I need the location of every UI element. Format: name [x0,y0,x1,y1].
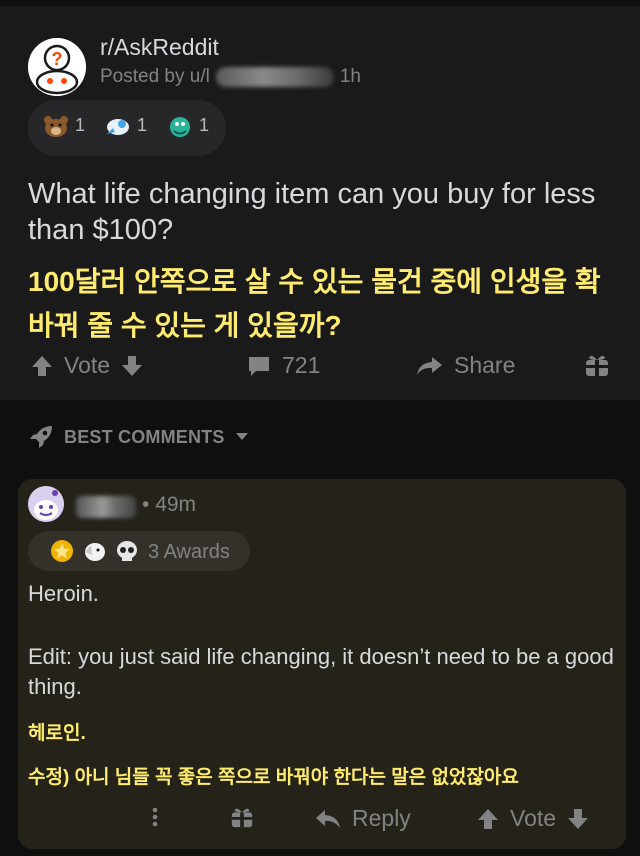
chevron-down-icon [235,433,248,440]
rocket-award-icon [107,119,129,135]
post-card: ? r/AskReddit Posted by u/l 1h 1 1 1 Wha… [0,6,640,400]
skull-award-icon [117,541,137,561]
comment-sort-bar[interactable]: BEST COMMENTS [0,400,640,472]
sort-dropdown[interactable]: BEST COMMENTS [28,424,249,450]
redacted-commenter-name [76,496,136,518]
post-title-translation: 100달러 안쪽으로 살 수 있는 물건 중에 인생을 확 바꿔 줄 수 있는 … [28,266,601,341]
reply-label: Reply [352,805,411,831]
award-dragon: 1 [166,114,209,138]
comment-time-wrap: • 49m [142,493,197,516]
award-rocket: 1 [104,114,147,138]
share-button[interactable]: Share [414,352,515,379]
comment-vote-control: Vote [476,805,590,832]
post-action-bar: Vote 721 Share [0,346,640,390]
posted-by-prefix[interactable]: Posted by u/l [100,66,210,87]
give-award-button[interactable] [584,352,610,378]
comment-action-bar: Reply Vote [18,799,626,843]
comment-more-button[interactable] [148,805,162,829]
post-time: 1h [339,66,361,87]
reply-button[interactable]: Reply [314,805,411,832]
share-arrow-icon [417,356,442,375]
dragon-award-icon [170,117,190,137]
comment-awards[interactable]: 3 Awards [28,531,250,571]
comment-bubble-icon [249,356,269,376]
subreddit-avatar[interactable]: ? [28,38,86,96]
vote-label: Vote [510,805,557,831]
snoo-avatar-icon [28,486,64,522]
upvote-arrow-icon[interactable] [30,354,54,378]
upvote-arrow-icon[interactable] [476,807,500,831]
comment-body-line2: Edit: you just said life changing, it do… [28,644,614,699]
svg-text:?: ? [52,49,63,69]
comment-awards-label: 3 Awards [148,541,230,563]
star-award-icon [51,540,73,562]
more-options-icon [152,807,158,827]
post-vote-control: Vote [30,352,144,379]
comment-card: • 49m 3 Awards Heroin. Edit: you just sa… [18,479,626,849]
comment-count: 721 [282,352,321,378]
commenter-avatar[interactable] [28,486,64,522]
downvote-arrow-icon[interactable] [566,807,590,831]
redacted-username [215,66,334,87]
award-count: 1 [137,114,148,135]
askreddit-logo-icon: ? [28,38,86,96]
sort-label: BEST COMMENTS [64,426,225,447]
wholesome-award-icon [85,543,105,561]
comment-body-line1: Heroin. [28,581,99,606]
gift-icon [586,355,608,376]
award-count: 1 [75,114,86,135]
post-title[interactable]: What life changing item can you buy for … [28,176,618,248]
comment-translation-line2: 수정) 아니 님들 꼭 좋은 쪽으로 바꿔야 한다는 말은 없었잖아요 [28,767,519,788]
award-bear: 1 [42,114,85,138]
comments-button[interactable]: 721 [246,352,320,379]
reply-arrow-icon [316,809,340,828]
rocket-icon [30,426,52,448]
bear-award-icon [44,116,68,137]
award-count: 1 [199,114,210,135]
share-label: Share [454,352,516,378]
post-awards[interactable]: 1 1 1 [28,100,226,156]
comment-translation-line1: 헤로인. [28,723,86,744]
gift-icon [231,808,253,828]
comment-give-award-button[interactable] [230,805,254,829]
downvote-arrow-icon[interactable] [120,354,144,378]
vote-label: Vote [64,352,111,378]
subreddit-name[interactable]: r/AskReddit [100,34,219,61]
posted-by: Posted by u/l 1h [100,66,361,88]
comment-time: 49m [155,493,197,516]
